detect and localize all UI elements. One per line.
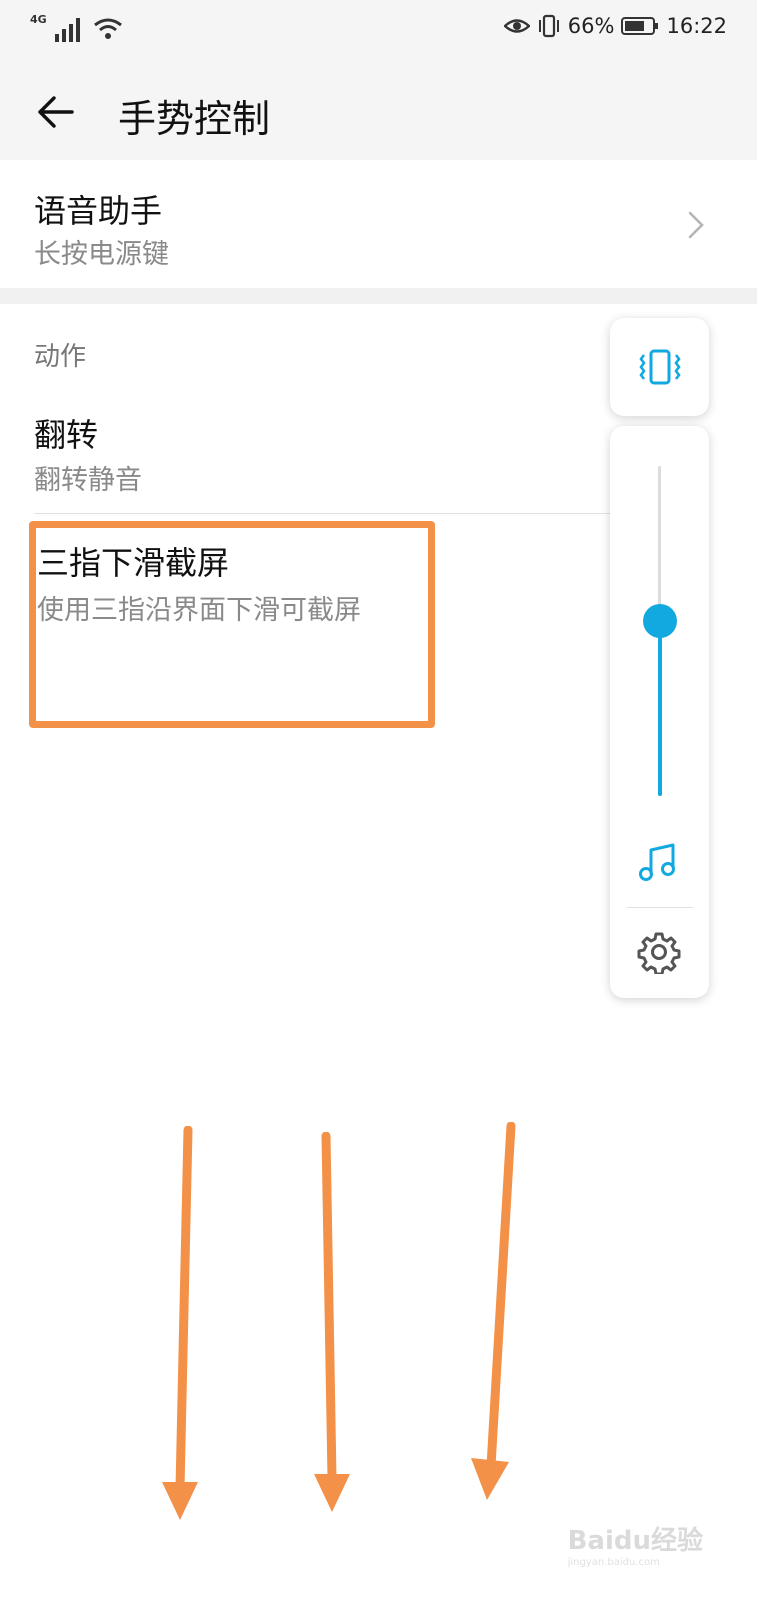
music-note-icon[interactable]: [637, 840, 681, 884]
list-divider: [34, 513, 619, 514]
arrow-left-icon[interactable]: [32, 88, 80, 136]
status-left: 4G: [30, 13, 123, 42]
volume-panel: [610, 426, 709, 998]
eye-comfort-icon: [503, 19, 530, 33]
app-header: 手势控制: [0, 64, 757, 160]
flip-title: 翻转: [34, 416, 99, 454]
signal-icon: [54, 18, 80, 42]
wifi-icon: [93, 18, 122, 39]
chevron-right-icon: [688, 211, 704, 239]
volume-slider-thumb[interactable]: [643, 604, 677, 639]
section-separator: [0, 288, 757, 304]
battery-percent: 66%: [567, 14, 615, 38]
gear-icon[interactable]: [637, 930, 681, 974]
battery-icon: [621, 17, 659, 35]
highlight-box: [29, 521, 435, 728]
flip-subtitle: 翻转静音: [34, 465, 142, 496]
arrow-annotation-3: [471, 1122, 516, 1500]
voice-assistant-item[interactable]: 语音助手 长按电源键: [0, 160, 757, 288]
vibrate-icon: [538, 14, 559, 38]
ringer-mode-button[interactable]: [610, 318, 709, 416]
watermark-text: Baidu经验: [567, 1526, 703, 1556]
status-right: 66% 16:22: [503, 14, 727, 38]
watermark: Baidu经验 jingyan.baidu.com: [568, 1520, 703, 1568]
status-bar: 4G 66% 16:22: [0, 0, 757, 64]
watermark-sub: jingyan.baidu.com: [567, 1557, 660, 1568]
vibrate-icon: [639, 349, 681, 385]
network-type-label: 4G: [30, 13, 47, 26]
voice-assistant-title: 语音助手: [34, 192, 163, 230]
volume-panel-divider: [627, 907, 693, 908]
section-label-actions: 动作: [34, 342, 87, 372]
arrow-annotation-2: [314, 1132, 350, 1512]
voice-assistant-subtitle: 长按电源键: [34, 239, 169, 270]
page-title: 手势控制: [118, 97, 271, 141]
arrow-annotation-1: [162, 1126, 198, 1520]
volume-slider-fill: [658, 621, 662, 796]
status-time: 16:22: [666, 14, 727, 38]
